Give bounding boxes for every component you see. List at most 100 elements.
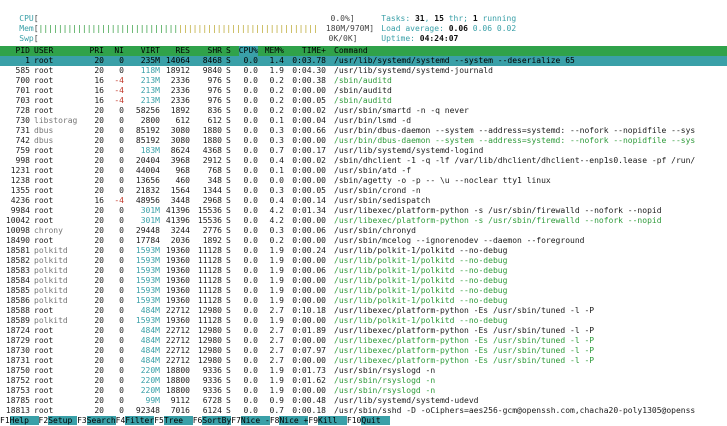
process-ni: 0: [119, 266, 124, 275]
process-ni: 0: [119, 146, 124, 155]
process-row[interactable]: 759 root 20 0 183M 8624 4368 S 0.0 0.7 0:00.17/usr…: [0, 146, 727, 156]
fkey-f9-label[interactable]: Kill: [318, 416, 347, 425]
process-row[interactable]: 18589 polkitd 20 0 1593M 19360 11128 S 0.0 1.9 0:0…: [0, 316, 727, 326]
process-pri: 20: [94, 206, 104, 215]
process-shr: 1880: [202, 126, 222, 135]
process-row[interactable]: 700 root 16 -4 213M 2336 976 S 0.0 0.2 0:00.38/sbi…: [0, 76, 727, 86]
process-row[interactable]: 18731 root 20 0 484M 22712 12980 S 0.0 2.7 0:00.00…: [0, 356, 727, 366]
fkey-f7[interactable]: F7: [231, 416, 241, 425]
process-pri: 20: [94, 286, 104, 295]
process-row[interactable]: 701 root 16 -4 213M 2336 976 S 0.0 0.2 0:00.00/sbi…: [0, 86, 727, 96]
process-ni: -4: [114, 196, 124, 205]
process-row[interactable]: 18588 root 20 0 484M 22712 12980 S 0.0 2.7 0:10.18…: [0, 306, 727, 316]
process-row[interactable]: 998 root 20 0 20404 3968 2912 S 0.0 0.4 0:00.02/sb…: [0, 156, 727, 166]
process-row[interactable]: 742 dbus 20 0 85192 3080 1880 S 0.0 0.3 0:00.00/us…: [0, 136, 727, 146]
process-res: 19360: [165, 296, 190, 305]
column-header-mem[interactable]: MEM%: [265, 46, 284, 56]
column-header-time[interactable]: TIME+: [302, 46, 326, 56]
process-row[interactable]: 4236 root 16 -4 48956 3448 2968 S 0.0 0.4 0:00.14 /…: [0, 196, 727, 206]
fkey-f2-label[interactable]: Setup: [48, 416, 78, 425]
process-ni: 0: [119, 156, 124, 165]
process-row[interactable]: 18752 root 20 0 220M 18800 9336 S 0.0 1.9 0:01.62 /…: [0, 376, 727, 386]
process-state: S: [226, 76, 231, 85]
fkey-f5-label[interactable]: Tree: [163, 416, 193, 425]
fkey-f5[interactable]: F5: [154, 416, 164, 425]
column-header-cpu[interactable]: CPU%: [238, 46, 258, 56]
process-virt: 301M: [140, 206, 160, 215]
process-cpu: 0.0: [243, 216, 258, 225]
fkey-f4[interactable]: F4: [115, 416, 126, 425]
process-row[interactable]: 9984 root 20 0 301M 41396 15536 S 0.0 4.2 0:01.34 /…: [0, 206, 727, 216]
process-row[interactable]: 18584 polkitd 20 0 1593M 19360 11128 S 0.0 1.9 0:0…: [0, 276, 727, 286]
process-pid: 998: [15, 156, 30, 165]
process-shr: 348: [207, 176, 222, 185]
process-row[interactable]: 18585 polkitd 20 0 1593M 19360 11128 S 0.0 1.9 0:0…: [0, 286, 727, 296]
process-pri: 20: [94, 276, 104, 285]
process-row[interactable]: 703 root 16 -4 213M 2336 976 S 0.0 0.2 0:00.05/sbi…: [0, 96, 727, 106]
column-header-ni[interactable]: NI: [114, 46, 124, 56]
fkey-f3-label[interactable]: Search: [86, 416, 116, 425]
fkey-f1-label[interactable]: Help: [9, 416, 39, 425]
process-virt: 13656: [135, 176, 160, 185]
process-cpu: 0.0: [243, 376, 258, 385]
fkey-f6-label[interactable]: SortBy: [202, 416, 232, 425]
column-header-state[interactable]: S: [226, 46, 231, 56]
column-header-res[interactable]: RES: [176, 46, 190, 56]
process-user: root: [34, 366, 54, 375]
process-row[interactable]: 731 dbus 20 0 85192 3080 1880 S 0.0 0.3 0:00.66/us…: [0, 126, 727, 136]
process-row[interactable]: 18581 polkitd 20 0 1593M 19360 11128 S 0.0 1.9 0:0…: [0, 246, 727, 256]
process-time: 0:00.00: [292, 216, 326, 225]
process-row[interactable]: 1 root 20 0 235M 14064 8468 S 0.0 1.4 0:03.78/usr/…: [0, 56, 727, 66]
process-row[interactable]: 18813 root 20 0 92348 7016 6124 S 0.0 0.7 0:00.18 /…: [0, 406, 727, 416]
column-header-command[interactable]: Command: [334, 46, 368, 56]
process-res: 18912: [165, 66, 190, 75]
column-header-user[interactable]: USER: [34, 46, 53, 56]
column-header-virt[interactable]: VIRT: [141, 46, 160, 56]
process-mem: 1.4: [269, 56, 284, 65]
fkey-f4-label[interactable]: Filter: [125, 416, 155, 425]
process-row[interactable]: 1231 root 20 0 44004 968 768 S 0.0 0.1 0:00.00/usr…: [0, 166, 727, 176]
process-row[interactable]: 18729 root 20 0 484M 22712 12980 S 0.0 2.7 0:00.00…: [0, 336, 727, 346]
process-virt: 220M: [140, 376, 160, 385]
fkey-f9[interactable]: F9: [308, 416, 319, 425]
process-pri: 20: [94, 296, 104, 305]
column-header-pid[interactable]: PID: [16, 46, 30, 56]
process-virt: 484M: [140, 356, 160, 365]
process-shr: 15536: [197, 216, 222, 225]
process-row[interactable]: 585 root 20 0 118M 18912 9840 S 0.0 1.9 0:04.30/us…: [0, 66, 727, 76]
process-row[interactable]: 18785 root 20 0 99M 9112 6728 S 0.0 0.9 0:00.48/us…: [0, 396, 727, 406]
process-row[interactable]: 18753 root 20 0 220M 18800 9336 S 0.0 1.9 0:00.00 /…: [0, 386, 727, 396]
process-shr: 11128: [197, 276, 222, 285]
fkey-f7-label[interactable]: Nice -: [240, 416, 270, 425]
process-row[interactable]: 18750 root 20 0 220M 18800 9336 S 0.0 1.9 0:01.73 /…: [0, 366, 727, 376]
fkey-f10[interactable]: F10: [346, 416, 362, 425]
column-header-pri[interactable]: PRI: [90, 46, 104, 56]
fkey-f6[interactable]: F6: [192, 416, 203, 425]
fkey-f3[interactable]: F3: [77, 416, 87, 425]
process-user: root: [34, 196, 54, 205]
process-mem: 1.9: [269, 256, 284, 265]
process-row[interactable]: 1355 root 20 0 21832 1564 1344 S 0.0 0.3 0:00.05/u…: [0, 186, 727, 196]
fkey-f1[interactable]: F1: [0, 416, 10, 425]
process-row[interactable]: 18586 polkitd 20 0 1593M 19360 11128 S 0.0 1.9 0:0…: [0, 296, 727, 306]
fkey-f8-label[interactable]: Nice +: [279, 416, 309, 425]
process-user: root: [34, 176, 54, 185]
process-row[interactable]: 728 root 20 0 58256 1892 836 S 0.0 0.2 0:00.02/usr…: [0, 106, 727, 116]
process-pri: 20: [94, 156, 104, 165]
process-row[interactable]: 1238 root 20 0 13656 460 348 S 0.0 0.0 0:00.00/sbi…: [0, 176, 727, 186]
column-header-shr[interactable]: SHR: [208, 46, 222, 56]
process-row[interactable]: 18490 root 20 0 17784 2036 1892 S 0.0 0.2 0:00.00 /…: [0, 236, 727, 246]
process-row[interactable]: 18724 root 20 0 484M 22712 12980 S 0.0 2.7 0:01.89…: [0, 326, 727, 336]
process-row[interactable]: 18582 polkitd 20 0 1593M 19360 11128 S 0.0 1.9 0:0…: [0, 256, 727, 266]
fkey-f10-label[interactable]: Quit: [361, 416, 391, 425]
swap-meter: Swp[0K/0K]: [19, 34, 358, 43]
process-row[interactable]: 10098 chrony 20 0 29448 3244 2776 S 0.0 0.3 0:00.0…: [0, 226, 727, 236]
process-cpu: 0.0: [243, 196, 258, 205]
process-row[interactable]: 18730 root 20 0 484M 22712 12980 S 0.0 2.7 0:07.97…: [0, 346, 727, 356]
process-state: S: [226, 346, 231, 355]
process-row[interactable]: 18583 polkitd 20 0 1593M 19360 11128 S 0.0 1.9 0:0…: [0, 266, 727, 276]
process-shr: 9840: [202, 66, 222, 75]
fkey-f2[interactable]: F2: [38, 416, 49, 425]
process-row[interactable]: 730 libstorag 20 0 2800 612 612 S 0.0 0.1 0:00.04 /…: [0, 116, 727, 126]
process-row[interactable]: 10042 root 20 0 301M 41396 15536 S 0.0 4.2 0:00.00…: [0, 216, 727, 226]
